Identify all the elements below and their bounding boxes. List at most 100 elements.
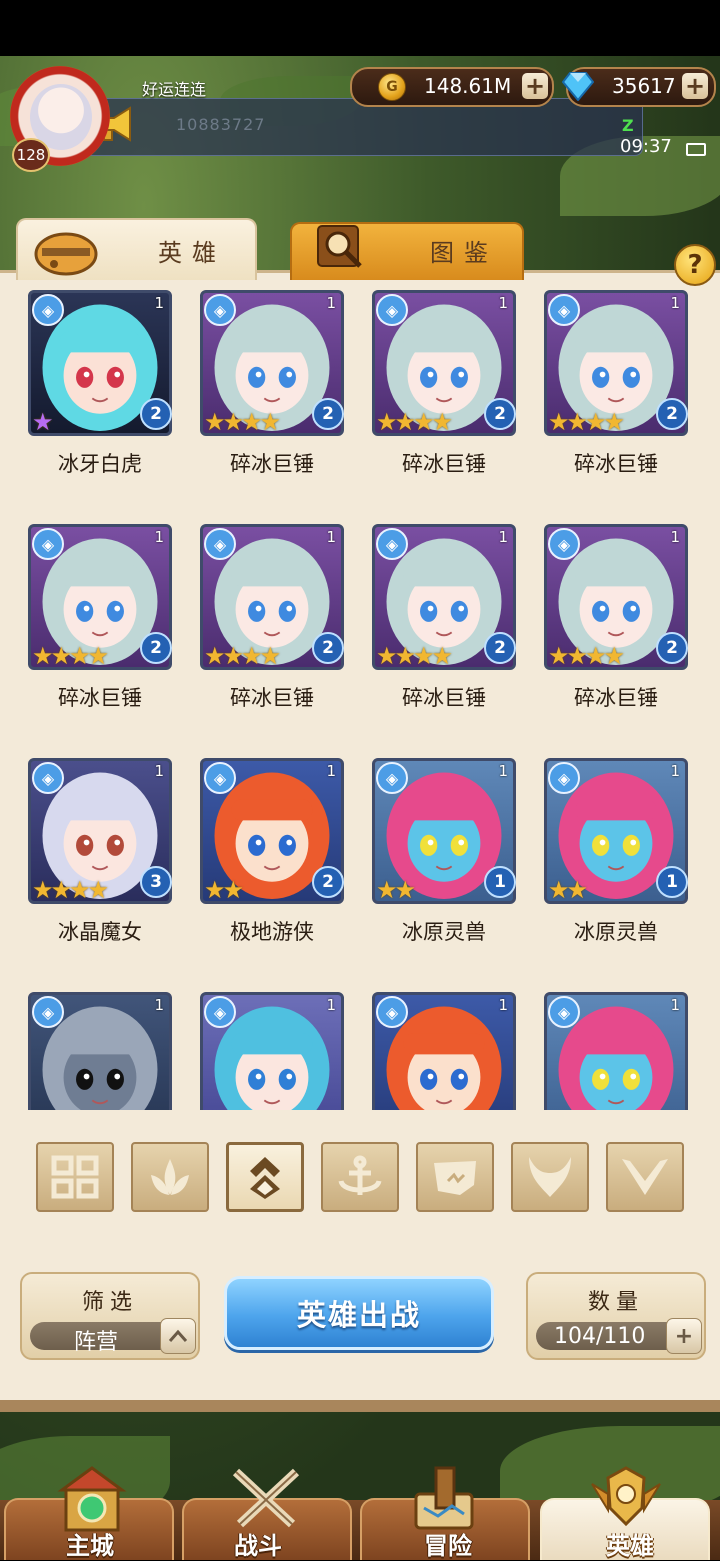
ice-faction-badge: ◈ — [548, 294, 580, 326]
panel-edge — [0, 1400, 720, 1412]
ice-faction-badge: ◈ — [32, 528, 64, 560]
beast-icon — [434, 1161, 476, 1195]
hero-name: 碎冰巨锤 — [574, 452, 658, 476]
wings-icon — [622, 1159, 668, 1195]
star-rating: ★★★★ — [32, 876, 109, 904]
hero-rank-badge: 2 — [312, 632, 344, 664]
hero-rank-badge: 2 — [656, 632, 688, 664]
ice-faction-icon — [250, 1157, 280, 1199]
hero-name: 碎冰巨锤 — [58, 686, 142, 710]
notice-text: 10883727 — [176, 115, 266, 134]
star-rating: ★★★★ — [548, 408, 625, 436]
ice-faction-badge: ◈ — [32, 294, 64, 326]
hero-level: 1 — [670, 294, 680, 312]
anchor-icon — [338, 1155, 382, 1195]
hero-rank-badge: 1 — [656, 866, 688, 898]
hero-level: 1 — [498, 294, 508, 312]
hero-card[interactable]: ◈ 1 ★★★★ 2 — [372, 524, 516, 670]
hero-rank-badge: 3 — [140, 866, 172, 898]
hero-card[interactable]: ◈ 1 ★★ 1 — [544, 758, 688, 904]
filter-all-button[interactable] — [36, 1142, 114, 1212]
filter-beast-button[interactable] — [416, 1142, 494, 1212]
hero-level: 1 — [670, 996, 680, 1014]
filter-sea-button[interactable] — [321, 1142, 399, 1212]
star-rating: ★★ — [548, 876, 588, 904]
hero-card[interactable]: ◈ 1 ★ 2 — [28, 290, 172, 436]
hero-card[interactable]: ◈ 1 — [372, 992, 516, 1110]
add-gems-button[interactable]: + — [682, 73, 708, 99]
hero-name: 碎冰巨锤 — [402, 452, 486, 476]
star-rating: ★★★★ — [204, 642, 281, 670]
nav-battle-label: 战斗 — [234, 1532, 282, 1560]
hero-level: 1 — [498, 762, 508, 780]
help-button[interactable]: ? — [674, 244, 716, 286]
filter-value: 阵营 — [74, 1330, 119, 1355]
filter-demon-button[interactable] — [511, 1142, 589, 1212]
hero-name: 碎冰巨锤 — [402, 686, 486, 710]
ice-faction-badge: ◈ — [548, 996, 580, 1028]
hero-card[interactable]: ◈ 1 ★★★★ 2 — [372, 290, 516, 436]
hero-rank-badge: 2 — [656, 398, 688, 430]
gold-amount: 148.61M — [424, 74, 512, 98]
player-level-badge: 128 — [12, 138, 50, 172]
filter-expand-button[interactable] — [160, 1318, 196, 1354]
hero-level: 1 — [670, 528, 680, 546]
hero-grid: ◈ 1 ★ 2 冰牙白虎 ◈ 1 ★★★★ 2 碎冰巨锤 ◈ 1 ★★★★ 2 碎冰巨锤 ◈ 1 ★★★★ 2 碎冰巨… — [0, 286, 720, 1110]
hero-card[interactable]: ◈ 1 ★★★★ 2 — [200, 524, 344, 670]
helmet-icon — [34, 232, 98, 276]
hero-card[interactable]: ◈ 1 — [28, 992, 172, 1110]
faction-filter-bar — [24, 1130, 696, 1220]
magnifier-book-icon — [317, 225, 362, 268]
hero-level: 1 — [154, 762, 164, 780]
tab-heroes-label: 英雄 — [158, 239, 226, 267]
hero-level: 1 — [154, 294, 164, 312]
hero-card[interactable]: ◈ 1 ★★★★ 2 — [544, 290, 688, 436]
ice-faction-badge: ◈ — [32, 762, 64, 794]
ice-faction-badge: ◈ — [548, 762, 580, 794]
horns-icon — [529, 1157, 571, 1197]
hero-rank-badge: 2 — [484, 632, 516, 664]
hero-level: 1 — [498, 996, 508, 1014]
hero-card[interactable]: ◈ 1 ★★ 1 — [372, 758, 516, 904]
add-gold-button[interactable]: + — [522, 73, 548, 99]
hero-card[interactable]: ◈ 1 ★★★★ 3 — [28, 758, 172, 904]
ice-faction-badge: ◈ — [548, 528, 580, 560]
count-title: 数量 — [587, 1290, 644, 1315]
deploy-heroes-button[interactable]: 英雄出战 — [224, 1276, 494, 1350]
hero-level: 1 — [498, 528, 508, 546]
hero-card[interactable]: ◈ 1 — [200, 992, 344, 1110]
hero-rank-badge: 2 — [312, 866, 344, 898]
filter-nature-button[interactable] — [131, 1142, 209, 1212]
nav-main-city-label: 主城 — [66, 1532, 114, 1560]
hero-name: 碎冰巨锤 — [574, 686, 658, 710]
hero-card[interactable]: ◈ 1 ★★★★ 2 — [28, 524, 172, 670]
status-indicator: Z — [622, 116, 634, 135]
hero-rank-badge: 2 — [484, 398, 516, 430]
hero-name: 冰牙白虎 — [58, 452, 142, 476]
hero-card[interactable]: ◈ 1 ★★★★ 2 — [200, 290, 344, 436]
hero-level: 1 — [154, 996, 164, 1014]
hero-level: 1 — [670, 762, 680, 780]
star-rating: ★★★★ — [32, 642, 109, 670]
filter-sky-button[interactable] — [606, 1142, 684, 1212]
hero-rank-badge: 1 — [484, 866, 516, 898]
hero-name: 碎冰巨锤 — [230, 452, 314, 476]
diamond-icon — [562, 72, 594, 101]
hero-level: 1 — [326, 294, 336, 312]
ice-faction-badge: ◈ — [376, 294, 408, 326]
star-rating: ★★ — [376, 876, 416, 904]
ice-faction-badge: ◈ — [32, 996, 64, 1028]
clock-time: 09:37 — [620, 136, 672, 157]
hero-name: 冰晶魔女 — [58, 920, 142, 944]
hero-level: 1 — [154, 528, 164, 546]
leaf-icon — [151, 1159, 189, 1195]
notice-bar[interactable] — [78, 98, 643, 156]
hero-card[interactable]: ◈ 1 — [544, 992, 688, 1110]
hero-card[interactable]: ◈ 1 ★★ 2 — [200, 758, 344, 904]
hero-card[interactable]: ◈ 1 ★★★★ 2 — [544, 524, 688, 670]
hero-level: 1 — [326, 528, 336, 546]
expand-capacity-button[interactable]: + — [666, 1318, 702, 1354]
star-rating: ★★★★ — [376, 642, 453, 670]
tab-guide-label: 图鉴 — [430, 239, 498, 267]
filter-ice-button[interactable] — [226, 1142, 304, 1212]
